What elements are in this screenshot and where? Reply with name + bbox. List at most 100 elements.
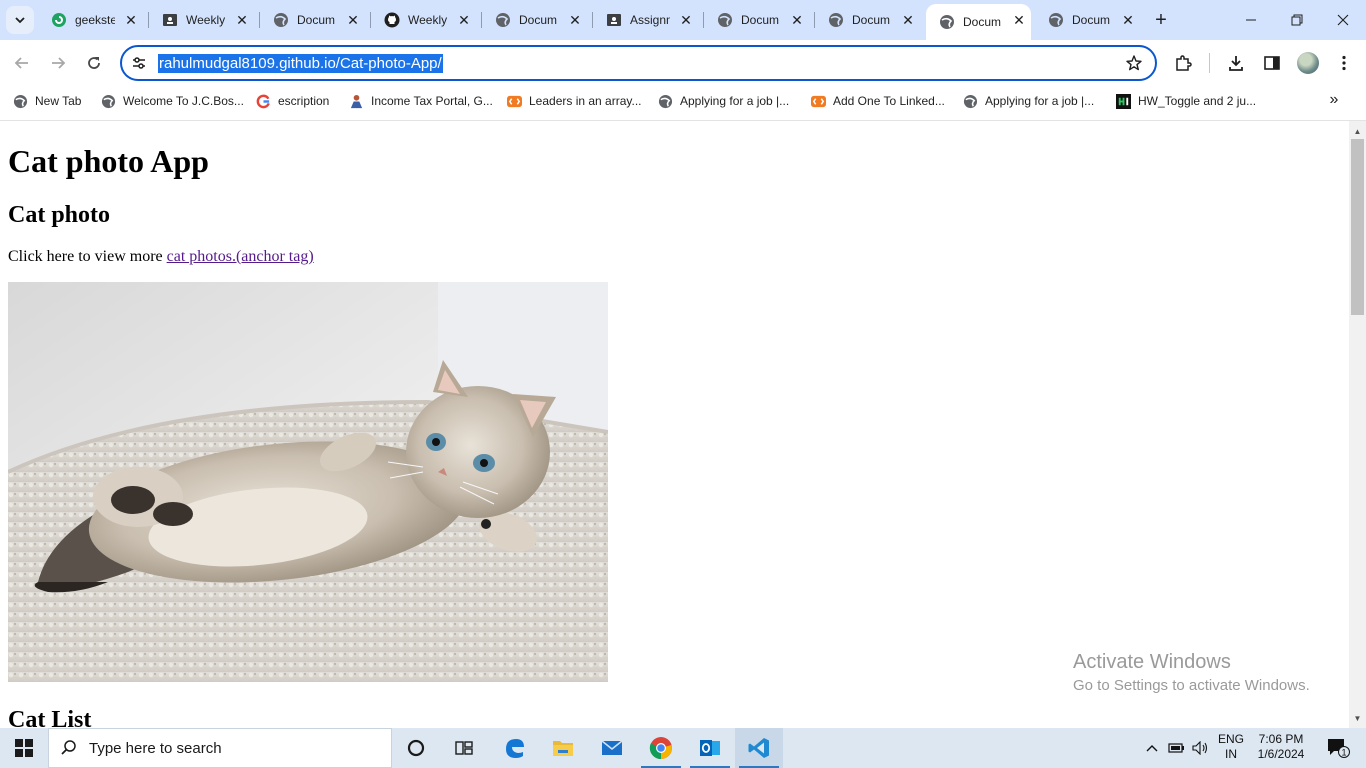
tab-search-button[interactable] xyxy=(6,6,34,34)
tab-6[interactable]: Assignm ✕ xyxy=(593,0,704,40)
vscode-app[interactable] xyxy=(735,728,783,768)
chevron-up-icon xyxy=(1146,745,1158,752)
volume-control[interactable] xyxy=(1190,728,1212,768)
globe-icon xyxy=(495,12,511,28)
tab-2[interactable]: Weekly ✕ xyxy=(149,0,260,40)
mail-app[interactable] xyxy=(588,728,636,768)
bookmark-item[interactable]: escription xyxy=(255,91,329,111)
minimize-button[interactable] xyxy=(1228,0,1274,40)
site-info-icon[interactable] xyxy=(130,54,148,72)
tab-1[interactable]: geekste ✕ xyxy=(38,0,149,40)
side-panel-icon xyxy=(1264,56,1280,70)
tab-title: Docum xyxy=(297,13,336,27)
close-icon[interactable]: ✕ xyxy=(1120,12,1136,28)
url-text[interactable]: rahulmudgal8109.github.io/Cat-photo-App/ xyxy=(158,54,443,73)
tab-3[interactable]: Docum ✕ xyxy=(260,0,371,40)
globe-icon xyxy=(273,12,289,28)
close-icon[interactable]: ✕ xyxy=(1011,12,1027,28)
close-icon[interactable]: ✕ xyxy=(678,12,694,28)
tab-7[interactable]: Docum ✕ xyxy=(704,0,815,40)
bookmark-item[interactable]: Leaders in an array... xyxy=(506,91,642,111)
page-scrollbar[interactable]: ▲ ▼ xyxy=(1349,121,1366,728)
globe-icon xyxy=(828,12,844,28)
extensions-button[interactable] xyxy=(1169,49,1197,77)
downloads-button[interactable] xyxy=(1222,49,1250,77)
action-center-button[interactable]: 1 xyxy=(1318,728,1358,768)
close-icon[interactable]: ✕ xyxy=(456,12,472,28)
bookmark-item[interactable]: Income Tax Portal, G... xyxy=(348,91,493,111)
restore-icon xyxy=(1291,14,1303,26)
bookmark-label: HW_Toggle and 2 ju... xyxy=(1138,94,1257,108)
bookmark-item[interactable]: Applying for a job |... xyxy=(962,91,1094,111)
bookmark-item[interactable]: Welcome To J.C.Bos... xyxy=(100,91,244,111)
tab-title: Assignm xyxy=(630,13,670,27)
reload-button[interactable] xyxy=(80,49,108,77)
puzzle-icon xyxy=(1176,55,1192,71)
bookmark-star-icon[interactable] xyxy=(1125,54,1143,72)
scroll-up-arrow-icon[interactable]: ▲ xyxy=(1349,125,1366,137)
minimize-icon xyxy=(1246,19,1256,21)
bookmark-label: Applying for a job |... xyxy=(680,94,790,108)
windows-logo-icon xyxy=(15,739,33,757)
address-bar[interactable]: rahulmudgal8109.github.io/Cat-photo-App/ xyxy=(120,45,1157,81)
clock-date: 1/6/2024 xyxy=(1257,747,1305,761)
tab-5[interactable]: Docum ✕ xyxy=(482,0,593,40)
profile-avatar[interactable] xyxy=(1297,52,1319,74)
input-language-indicator[interactable]: ENG IN xyxy=(1215,732,1247,762)
hackerrank-icon xyxy=(1115,93,1131,109)
notification-count: 1 xyxy=(1341,748,1346,758)
close-icon[interactable]: ✕ xyxy=(234,12,250,28)
taskbar-search-box[interactable]: Type here to search xyxy=(48,728,392,768)
outlook-app[interactable] xyxy=(686,728,734,768)
globe-icon xyxy=(657,93,673,109)
new-tab-button[interactable]: + xyxy=(1150,9,1172,31)
bookmark-item[interactable]: HW_Toggle and 2 ju... xyxy=(1115,91,1256,111)
side-panel-button[interactable] xyxy=(1258,49,1286,77)
globe-icon xyxy=(1048,12,1064,28)
battery-status[interactable] xyxy=(1166,728,1188,768)
tab-title: Docum xyxy=(852,13,891,27)
forward-button[interactable] xyxy=(44,49,72,77)
cat-photos-link[interactable]: cat photos.(anchor tag) xyxy=(167,248,314,265)
close-icon[interactable]: ✕ xyxy=(123,12,139,28)
tab-9-active[interactable]: Docum ✕ xyxy=(926,4,1031,40)
bookmark-item[interactable]: New Tab xyxy=(12,91,81,111)
bookmark-label: New Tab xyxy=(35,94,82,108)
close-icon[interactable]: ✕ xyxy=(567,12,583,28)
tab-title: Weekly xyxy=(408,13,448,27)
task-view-button[interactable] xyxy=(440,728,488,768)
bookmark-item[interactable]: Add One To Linked... xyxy=(810,91,945,111)
restore-button[interactable] xyxy=(1274,0,1320,40)
back-button[interactable] xyxy=(8,49,36,77)
tab-title: Docum xyxy=(963,15,1002,29)
browser-menu-button[interactable] xyxy=(1330,49,1358,77)
battery-plug-icon xyxy=(1168,743,1184,753)
show-hidden-icons-button[interactable] xyxy=(1143,728,1161,768)
scroll-thumb[interactable] xyxy=(1351,139,1364,315)
tab-8[interactable]: Docum ✕ xyxy=(815,0,926,40)
close-icon[interactable]: ✕ xyxy=(345,12,361,28)
close-icon[interactable]: ✕ xyxy=(789,12,805,28)
bookmarks-overflow-button[interactable]: » xyxy=(1324,90,1344,110)
bookmark-label: Add One To Linked... xyxy=(833,94,945,108)
taskbar-clock[interactable]: 7:06 PM 1/6/2024 xyxy=(1252,732,1310,762)
start-button[interactable] xyxy=(0,728,48,768)
intro-text: Click here to view more xyxy=(8,248,167,265)
chrome-icon xyxy=(649,737,672,760)
edge-icon xyxy=(506,739,524,758)
tab-4[interactable]: Weekly ✕ xyxy=(371,0,482,40)
google-icon xyxy=(255,93,271,109)
cortana-button[interactable] xyxy=(392,728,440,768)
close-window-button[interactable] xyxy=(1320,0,1366,40)
tab-title: Docum xyxy=(1072,13,1111,27)
close-icon[interactable]: ✕ xyxy=(900,12,916,28)
scroll-down-arrow-icon[interactable]: ▼ xyxy=(1349,712,1366,724)
edge-app[interactable] xyxy=(491,728,539,768)
bookmark-label: escription xyxy=(278,94,330,108)
bookmark-item[interactable]: Applying for a job |... xyxy=(657,91,789,111)
language-region: IN xyxy=(1225,747,1237,761)
chrome-app[interactable] xyxy=(637,728,685,768)
close-icon xyxy=(1337,14,1349,26)
file-explorer-app[interactable] xyxy=(539,728,587,768)
tab-10[interactable]: Docum ✕ xyxy=(1035,0,1146,40)
